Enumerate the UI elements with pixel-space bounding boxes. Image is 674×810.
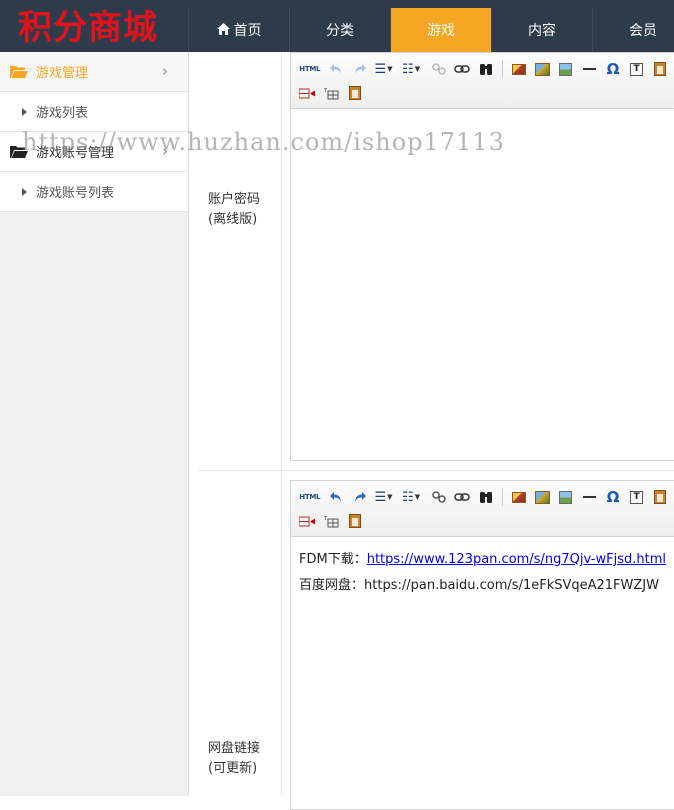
- rich-text-editor-password[interactable]: HTML ☰ ▼ ☷ ▼ Ω T T: [290, 52, 674, 461]
- find-icon[interactable]: [476, 487, 496, 507]
- insert-row-icon[interactable]: [297, 83, 317, 103]
- image-icon[interactable]: [509, 487, 529, 507]
- sidebar-group-label: 游戏管理: [36, 66, 89, 81]
- folder-open-icon: [10, 145, 28, 158]
- html-source-icon[interactable]: HTML: [297, 59, 322, 79]
- paste-text-icon[interactable]: T: [627, 59, 647, 79]
- content-line: 百度网盘：https://pan.baidu.com/s/1eFkSVqeA21…: [299, 573, 666, 599]
- nav-member[interactable]: 会员: [592, 8, 674, 52]
- field-label: 账户密码 (离线版): [199, 52, 282, 471]
- table-icon[interactable]: T: [321, 83, 341, 103]
- undo-icon[interactable]: [326, 487, 346, 507]
- special-char-icon[interactable]: Ω: [603, 59, 623, 79]
- chevron-right-icon: ›: [162, 62, 168, 80]
- redo-icon[interactable]: [350, 487, 370, 507]
- gallery-icon[interactable]: [556, 59, 576, 79]
- undo-icon[interactable]: [326, 59, 346, 79]
- sidebar-item-label: 游戏列表: [36, 106, 89, 121]
- table-icon[interactable]: T: [321, 511, 341, 531]
- field-label-line2: (离线版): [208, 212, 258, 227]
- special-char-icon[interactable]: Ω: [603, 487, 623, 507]
- unlink-icon[interactable]: [429, 487, 449, 507]
- content-prefix: 百度网盘：: [299, 578, 365, 593]
- editor-content-password[interactable]: [291, 109, 674, 461]
- caret-right-icon: [22, 107, 27, 116]
- sidebar: 游戏管理 › 游戏列表 游戏账号管理 › 游戏账号列表: [0, 52, 189, 796]
- nav-category-label: 分类: [326, 23, 354, 39]
- form-row-netdisk-link: 网盘链接 (可更新) HTML ☰ ▼ ☷ ▼ Ω T T FDM下载：http…: [199, 471, 674, 810]
- unordered-list-icon[interactable]: ☰ ▼: [374, 59, 394, 79]
- nav-home-label: 首页: [233, 23, 262, 39]
- ordered-list-icon[interactable]: ☷ ▼: [401, 487, 421, 507]
- paste-icon[interactable]: [345, 83, 365, 103]
- download-link[interactable]: https://www.123pan.com/s/ng7Qjv-wFjsd.ht…: [367, 552, 666, 567]
- home-icon: [216, 22, 230, 38]
- nav-content-label: 内容: [528, 23, 556, 39]
- svg-text:T: T: [324, 516, 328, 522]
- caret-right-icon: [22, 187, 27, 196]
- toolbar-row: HTML ☰ ▼ ☷ ▼ Ω T: [297, 57, 674, 81]
- site-logo[interactable]: 积分商城: [18, 8, 158, 48]
- unlink-icon[interactable]: [429, 59, 449, 79]
- find-icon[interactable]: [476, 59, 496, 79]
- sidebar-item-game-list[interactable]: 游戏列表: [0, 92, 188, 132]
- field-label-line1: 账户密码: [208, 192, 261, 207]
- rich-text-editor-link[interactable]: HTML ☰ ▼ ☷ ▼ Ω T T FDM下载：https://www.123…: [290, 480, 674, 810]
- folder-open-icon: [10, 65, 28, 78]
- link-icon[interactable]: [453, 59, 473, 79]
- content-line: FDM下载：https://www.123pan.com/s/ng7Qjv-wF…: [299, 547, 666, 573]
- nav-home[interactable]: 首页: [188, 8, 289, 52]
- sidebar-group-label: 游戏账号管理: [36, 146, 115, 161]
- editor-toolbar: HTML ☰ ▼ ☷ ▼ Ω T T: [291, 481, 674, 537]
- sidebar-group-game-management[interactable]: 游戏管理 ›: [0, 52, 188, 92]
- ordered-list-icon[interactable]: ☷ ▼: [401, 59, 421, 79]
- svg-text:T: T: [324, 88, 328, 94]
- nav-game[interactable]: 游戏: [390, 8, 491, 52]
- unordered-list-icon[interactable]: ☰ ▼: [374, 487, 394, 507]
- link-icon[interactable]: [453, 487, 473, 507]
- content-prefix: FDM下载：: [299, 552, 367, 567]
- nav-member-label: 会员: [629, 23, 657, 39]
- sidebar-item-game-account-list[interactable]: 游戏账号列表: [0, 172, 188, 212]
- chevron-right-icon: ›: [162, 142, 168, 160]
- toolbar-separator: [501, 60, 503, 78]
- top-bar: 积分商城 首页 分类 游戏 内容 会员: [0, 0, 674, 52]
- field-label-line2: (可更新): [208, 761, 258, 776]
- multi-image-icon[interactable]: [532, 487, 552, 507]
- sidebar-item-label: 游戏账号列表: [36, 186, 115, 201]
- sidebar-group-game-account-management[interactable]: 游戏账号管理 ›: [0, 132, 188, 172]
- paste-text-icon[interactable]: T: [627, 487, 647, 507]
- editor-content-link[interactable]: FDM下载：https://www.123pan.com/s/ng7Qjv-wF…: [291, 537, 674, 609]
- image-icon[interactable]: [509, 59, 529, 79]
- form-row-account-password: 账户密码 (离线版) HTML ☰ ▼ ☷ ▼ Ω T T: [199, 52, 674, 471]
- html-source-icon[interactable]: HTML: [297, 487, 322, 507]
- horizontal-rule-icon[interactable]: [580, 59, 600, 79]
- wordimage-icon[interactable]: [650, 59, 670, 79]
- editor-toolbar: HTML ☰ ▼ ☷ ▼ Ω T T: [291, 53, 674, 109]
- toolbar-row: T: [297, 81, 674, 105]
- nav-content[interactable]: 内容: [491, 8, 592, 52]
- toolbar-separator: [501, 488, 503, 506]
- paste-icon[interactable]: [345, 511, 365, 531]
- field-label: 网盘链接 (可更新): [199, 471, 282, 796]
- toolbar-row: HTML ☰ ▼ ☷ ▼ Ω T: [297, 485, 674, 509]
- main-nav: 首页 分类 游戏 内容 会员: [188, 8, 674, 52]
- gallery-icon[interactable]: [556, 487, 576, 507]
- multi-image-icon[interactable]: [532, 59, 552, 79]
- nav-game-label: 游戏: [427, 23, 455, 39]
- toolbar-row: T: [297, 509, 674, 533]
- insert-row-icon[interactable]: [297, 511, 317, 531]
- horizontal-rule-icon[interactable]: [580, 487, 600, 507]
- form-area: 账户密码 (离线版) HTML ☰ ▼ ☷ ▼ Ω T T 网盘链接 (可更新)…: [199, 52, 674, 810]
- wordimage-icon[interactable]: [650, 487, 670, 507]
- baidu-link-text: https://pan.baidu.com/s/1eFkSVqeA21FWZJW: [364, 578, 659, 593]
- redo-icon[interactable]: [350, 59, 370, 79]
- nav-category[interactable]: 分类: [289, 8, 390, 52]
- field-label-line1: 网盘链接: [208, 741, 261, 756]
